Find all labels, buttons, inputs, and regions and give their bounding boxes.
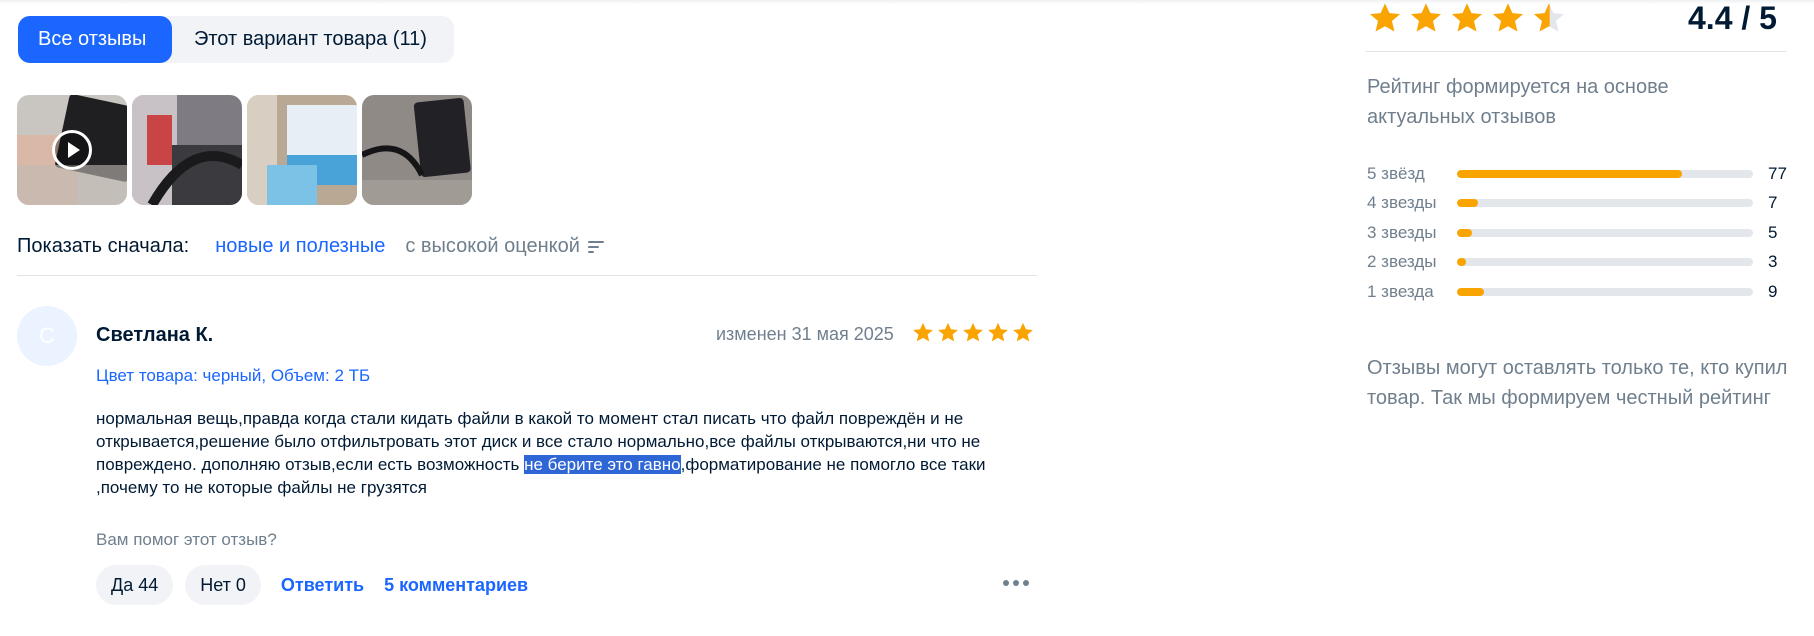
divider (1366, 51, 1786, 52)
star-icon (988, 322, 1008, 342)
rating-bar (1457, 228, 1753, 237)
star-icon (1451, 3, 1483, 32)
rating-bar (1457, 258, 1753, 267)
review-text-selected: не берите это гавно (524, 455, 681, 474)
rating-row[interactable]: 5 звёзд 77 (1367, 159, 1787, 189)
review-variant[interactable]: Цвет товара: черный, Объем: 2 ТБ (96, 366, 370, 386)
rating-row[interactable]: 2 звезды 3 (1367, 248, 1787, 278)
photo-thumbnail[interactable] (247, 95, 357, 205)
tab-all-reviews[interactable]: Все отзывы (18, 16, 172, 63)
rating-row-count: 9 (1768, 281, 1778, 301)
photo-thumbnail[interactable] (362, 95, 472, 205)
star-icon (1013, 322, 1033, 342)
half-star-icon (1533, 3, 1565, 32)
rating-bar-fill (1457, 169, 1682, 178)
rating-bar-fill (1457, 199, 1478, 208)
review-date: изменен 31 мая 2025 (716, 324, 894, 344)
review-author: Светлана К. (96, 324, 214, 346)
review-text: нормальная вещь,правда когда стали кидат… (96, 407, 1041, 499)
rating-row-count: 5 (1768, 222, 1778, 242)
star-icon (963, 322, 983, 342)
rating-bar (1457, 287, 1753, 296)
sort-label: Показать сначала: (17, 235, 190, 257)
bottom-note: Отзывы могут оставлять только те, кто ку… (1367, 357, 1788, 409)
star-icon (1492, 3, 1524, 32)
avatar: С (17, 306, 77, 366)
photo-thumbnail[interactable] (132, 95, 242, 205)
rating-bar (1457, 199, 1753, 208)
rating-row-count: 3 (1768, 252, 1778, 272)
star-icon (1369, 3, 1401, 32)
vote-yes-button[interactable]: Да 44 (96, 565, 174, 605)
rating-row[interactable]: 3 звезды 5 (1367, 218, 1787, 248)
summary-stars (1368, 2, 1566, 34)
rating-score: 4.4 / 5 (1688, 0, 1777, 36)
rating-row[interactable]: 4 звезды 7 (1367, 189, 1787, 219)
rating-row-label: 3 звезды (1367, 222, 1437, 242)
review-filter-tabs: Все отзывы Этот вариант товара (11) (18, 16, 454, 63)
sort-option-high-rating[interactable]: с высокой оценкой (405, 235, 580, 258)
rating-bar-fill (1457, 287, 1484, 296)
play-icon (52, 130, 92, 170)
rating-bar-fill (1457, 258, 1466, 267)
review-photos (17, 95, 472, 205)
rating-row[interactable]: 1 звезда 9 (1367, 277, 1787, 307)
more-options-icon[interactable] (1003, 580, 1029, 586)
rating-row-label: 5 звёзд (1367, 163, 1425, 183)
star-icon (913, 322, 933, 342)
photo-video-thumbnail[interactable] (17, 95, 127, 205)
tab-this-variant[interactable]: Этот вариант товара (11) (172, 16, 449, 63)
rating-row-label: 4 звезды (1367, 193, 1437, 213)
rating-bar (1457, 169, 1753, 178)
helpful-question: Вам помог этот отзыв? (96, 530, 277, 549)
star-icon (1410, 3, 1442, 32)
rating-row-count: 7 (1768, 193, 1778, 213)
rating-note: Рейтинг формируется на основе актуальных… (1367, 76, 1669, 128)
reply-link[interactable]: Ответить (281, 575, 364, 596)
rating-row-label: 1 звезда (1367, 281, 1434, 301)
rating-bar-fill (1457, 228, 1472, 237)
review-actions: Да 44 Нет 0 Ответить 5 комментариев (96, 565, 540, 605)
sort-icon[interactable] (587, 240, 604, 254)
rating-distribution: 5 звёзд 77 4 звезды 7 3 звезды 5 2 звезды 3 1 зв… (1367, 159, 1787, 307)
divider (17, 275, 1037, 276)
sort-option-new-useful[interactable]: новые и полезные (215, 235, 385, 258)
sort-bar: Показать сначала: новые и полезные с выс… (17, 235, 604, 258)
vote-no-button[interactable]: Нет 0 (185, 565, 261, 605)
review-stars (912, 322, 1034, 343)
star-icon (938, 322, 958, 342)
rating-row-label: 2 звезды (1367, 252, 1437, 272)
comments-link[interactable]: 5 комментариев (384, 575, 528, 596)
rating-row-count: 77 (1768, 163, 1787, 183)
